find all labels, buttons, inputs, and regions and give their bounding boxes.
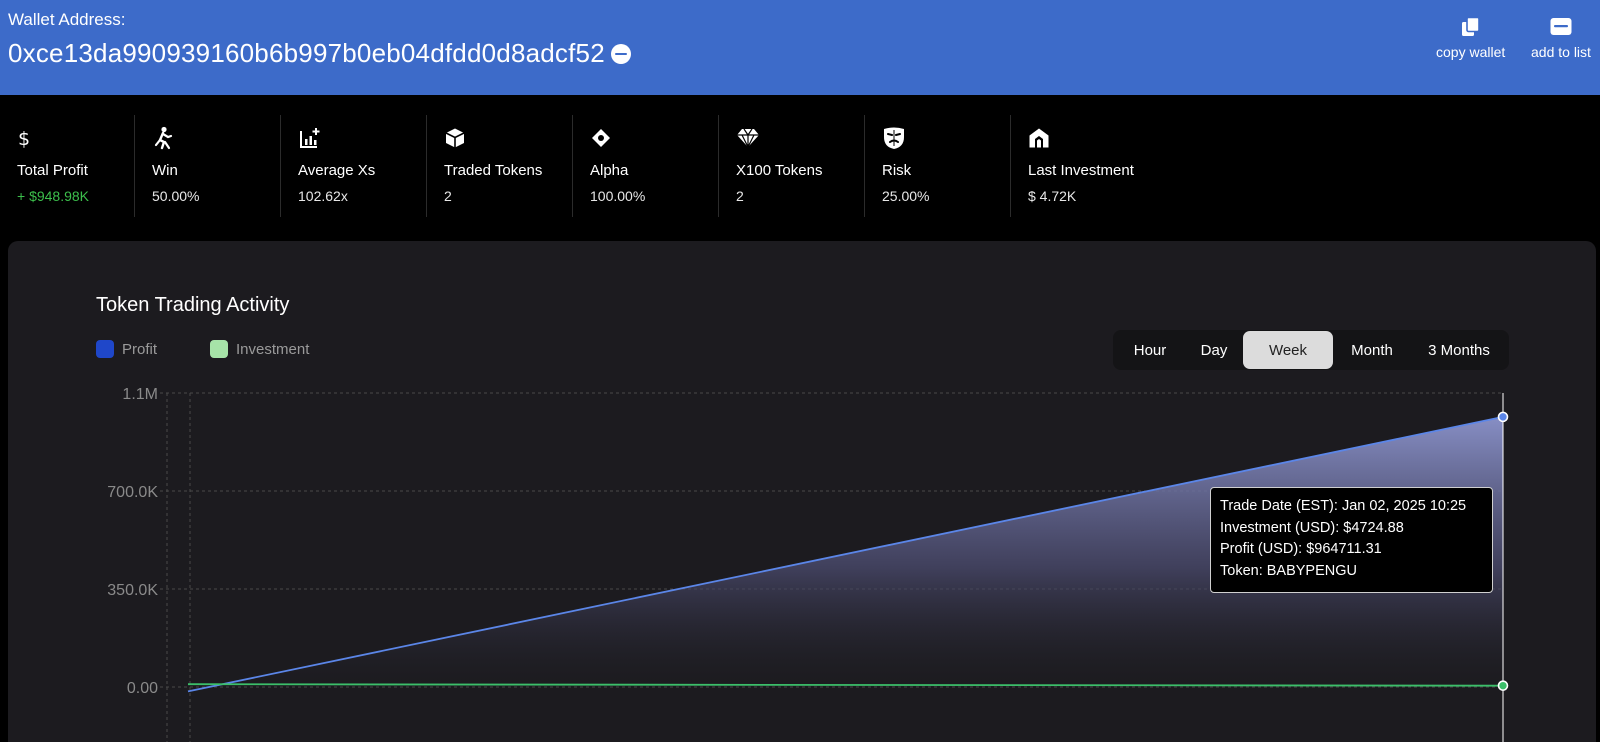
period-month[interactable]: Month <box>1333 331 1411 369</box>
legend-label: Investment <box>236 340 310 358</box>
legend-label: Profit <box>122 340 158 358</box>
trading-activity-chart: 1.1M 700.0K 350.0K 0.00 <box>107 386 1509 742</box>
period-selector: Hour Day Week Month 3 Months <box>1113 330 1509 370</box>
y-tick-label: 1.1M <box>122 386 158 403</box>
period-hour[interactable]: Hour <box>1115 331 1185 369</box>
tooltip-investment: Investment (USD): $4724.88 <box>1220 519 1404 536</box>
legend-item-profit[interactable]: Profit <box>96 340 157 358</box>
y-tick-label: 350.0K <box>107 582 158 599</box>
period-3-months[interactable]: 3 Months <box>1411 331 1507 369</box>
tooltip-profit: Profit (USD): $964711.31 <box>1220 541 1382 557</box>
profit-point[interactable] <box>1497 411 1509 423</box>
legend-swatch-profit <box>96 340 114 358</box>
y-tick-label: 700.0K <box>107 484 158 501</box>
tooltip-token: Token: BABYPENGU <box>1220 562 1357 579</box>
period-day[interactable]: Day <box>1185 331 1243 369</box>
legend-swatch-investment <box>210 340 228 358</box>
period-week[interactable]: Week <box>1243 331 1333 369</box>
tooltip-trade-date: Trade Date (EST): Jan 02, 2025 10:25 <box>1220 498 1467 514</box>
chart-title: Token Trading Activity <box>96 294 290 316</box>
legend-item-investment[interactable]: Investment <box>210 340 309 358</box>
investment-point[interactable] <box>1497 680 1509 691</box>
chart-tooltip: Trade Date (EST): Jan 02, 2025 10:25 Inv… <box>1210 487 1493 593</box>
y-tick-label: 0.00 <box>127 680 158 697</box>
